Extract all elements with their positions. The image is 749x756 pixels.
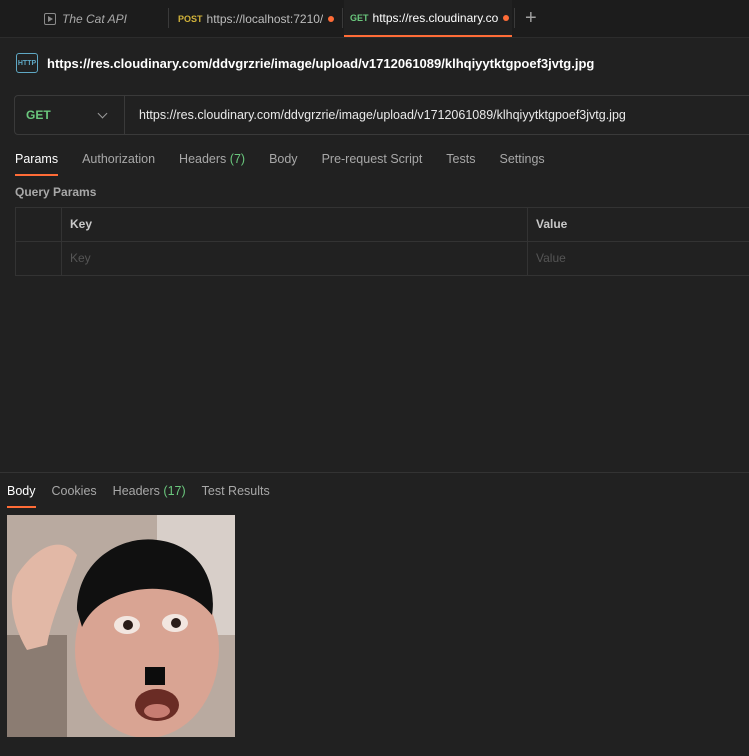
- row-checkbox-cell: [15, 242, 61, 275]
- tab-settings[interactable]: Settings: [499, 150, 544, 176]
- response-image-preview: [7, 515, 235, 737]
- tab-method-post: POST: [178, 13, 203, 24]
- response-tab-body[interactable]: Body: [7, 482, 36, 508]
- tab-name: https://localhost:7210/: [206, 11, 324, 26]
- tab-method-get: GET: [350, 12, 369, 23]
- tab-divider: [168, 8, 169, 28]
- tab-divider: [514, 8, 515, 28]
- value-column-header: Value: [527, 208, 749, 241]
- tab-authorization[interactable]: Authorization: [82, 150, 155, 176]
- headers-count-badge: (7): [229, 152, 246, 166]
- play-icon: [44, 12, 56, 25]
- key-input[interactable]: Key: [61, 242, 527, 275]
- request-title-bar: HTTP https://res.cloudinary.com/ddvgrzri…: [16, 52, 594, 74]
- unsaved-dot-icon: [503, 14, 510, 21]
- response-tabs: Body Cookies Headers (17) Test Results: [7, 482, 286, 508]
- tab-params[interactable]: Params: [15, 150, 59, 176]
- url-input[interactable]: https://res.cloudinary.com/ddvgrzrie/ima…: [139, 96, 626, 134]
- tab-body[interactable]: Body: [269, 150, 298, 176]
- method-value: GET: [26, 108, 51, 122]
- value-input[interactable]: Value: [527, 242, 749, 275]
- tab-bar: The Cat API POST https://localhost:7210/…: [0, 0, 749, 38]
- http-icon: HTTP: [16, 53, 38, 73]
- response-tab-test-results[interactable]: Test Results: [202, 482, 270, 508]
- response-tab-headers[interactable]: Headers (17): [113, 482, 186, 508]
- tab-post-localhost[interactable]: POST https://localhost:7210/: [172, 0, 342, 37]
- key-column-header: Key: [61, 208, 527, 241]
- table-header-row: Key Value: [15, 208, 749, 242]
- response-pane: Body Cookies Headers (17) Test Results: [0, 472, 749, 756]
- unsaved-dot-icon: [328, 15, 335, 22]
- tab-divider: [342, 8, 343, 28]
- response-headers-count-badge: (17): [163, 484, 186, 498]
- response-tab-headers-label: Headers: [112, 484, 160, 498]
- query-params-label: Query Params: [15, 185, 97, 199]
- checkbox-column-header: [15, 208, 61, 241]
- tab-tests[interactable]: Tests: [446, 150, 475, 176]
- request-tabs: Params Authorization Headers (7) Body Pr…: [15, 150, 569, 176]
- response-tab-cookies[interactable]: Cookies: [52, 482, 97, 508]
- table-row: Key Value: [15, 242, 749, 276]
- tab-name: https://res.cloudinary.co: [372, 10, 499, 25]
- tab-headers-label: Headers: [179, 152, 227, 166]
- tab-headers[interactable]: Headers (7): [179, 150, 245, 176]
- method-dropdown[interactable]: GET: [15, 96, 125, 134]
- tab-pre-request-script[interactable]: Pre-request Script: [322, 150, 423, 176]
- chevron-down-icon: [97, 108, 108, 119]
- new-tab-button[interactable]: +: [525, 6, 537, 30]
- tab-get-cloudinary[interactable]: GET https://res.cloudinary.co: [344, 0, 512, 37]
- query-params-table: Key Value Key Value: [15, 207, 749, 276]
- image-preview: [7, 515, 235, 737]
- url-bar: GET https://res.cloudinary.com/ddvgrzrie…: [14, 95, 749, 135]
- tab-name: The Cat API: [62, 11, 127, 26]
- tab-the-cat-api[interactable]: The Cat API: [38, 0, 166, 37]
- request-title[interactable]: https://res.cloudinary.com/ddvgrzrie/ima…: [47, 56, 594, 71]
